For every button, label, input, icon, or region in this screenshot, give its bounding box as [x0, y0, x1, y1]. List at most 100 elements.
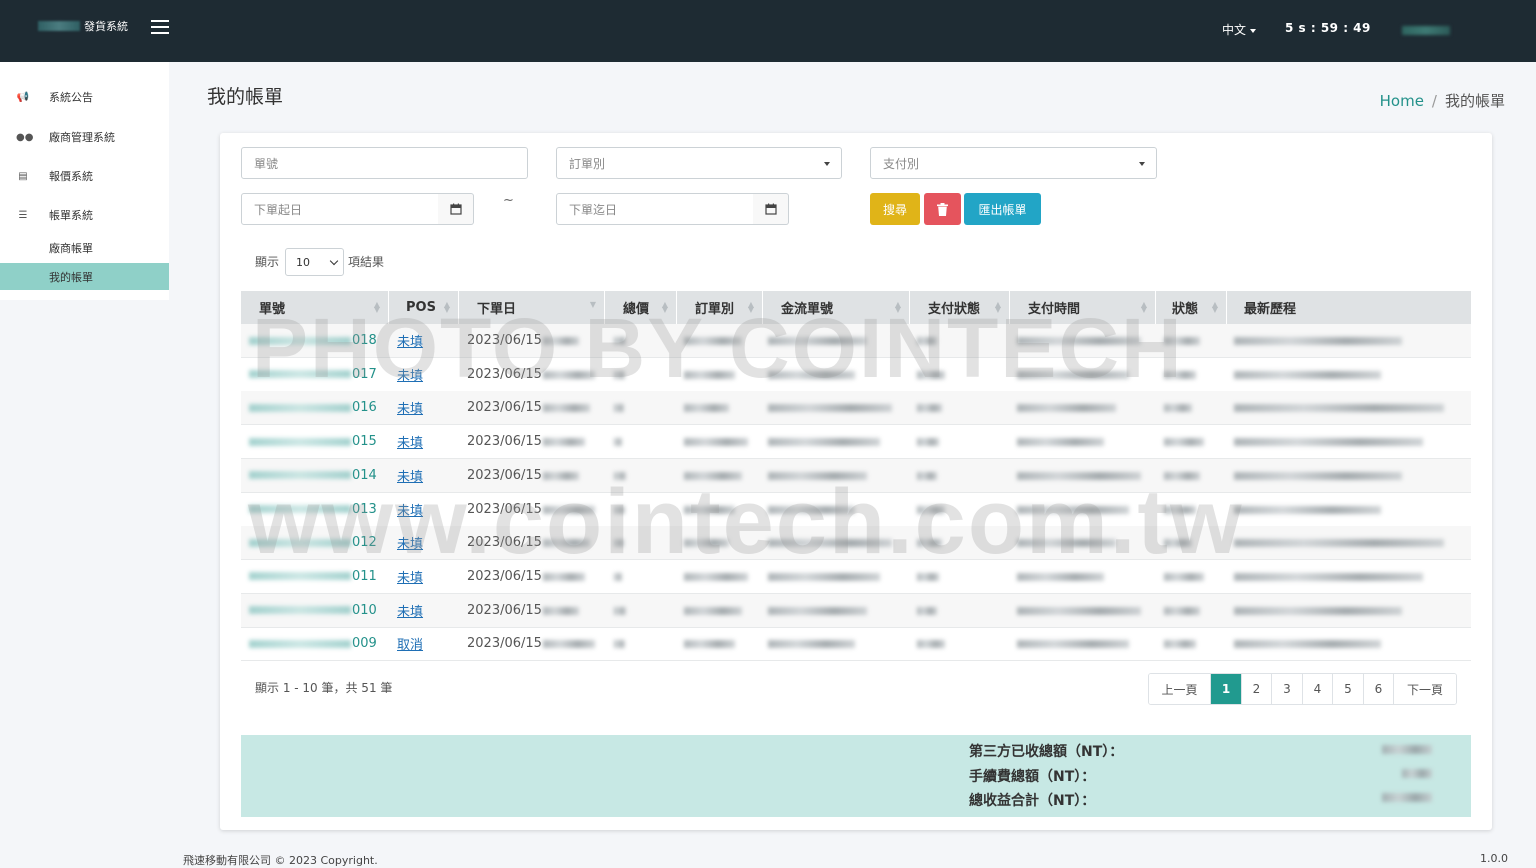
order-number-cell[interactable]: 018	[249, 324, 377, 357]
order-number-cell[interactable]: 009	[249, 627, 377, 660]
pagination-page-5[interactable]: 5	[1333, 674, 1364, 704]
column-header-pos[interactable]: POS ▲ ▼	[389, 291, 459, 324]
order-number-cell[interactable]: 017	[249, 358, 377, 391]
masked-cell-value	[543, 539, 590, 548]
masked-cell-value	[1017, 572, 1104, 581]
pos-link[interactable]: 未填	[397, 432, 423, 451]
sidebar-subitem-my-bills[interactable]: 我的帳單	[0, 263, 169, 290]
order-number-suffix: 016	[352, 400, 377, 416]
masked-cell-value	[1017, 539, 1117, 548]
column-header-order-no[interactable]: 單號 ▲ ▼	[241, 291, 389, 324]
sidebar-item-label: 廠商管理系統	[49, 131, 115, 144]
user-menu[interactable]	[1402, 26, 1450, 35]
column-header-status[interactable]: 狀態 ▲ ▼	[1156, 291, 1227, 324]
masked-cell-value	[917, 337, 937, 345]
masked-cell-value	[543, 505, 595, 514]
table-row[interactable]: 016 未填 2023/06/15	[241, 391, 1471, 426]
delete-button[interactable]	[924, 193, 961, 225]
sidebar-item-vendor-management[interactable]: ●● 廠商管理系統	[0, 123, 169, 151]
sidebar-subitem-vendor-bills[interactable]: 廠商帳單	[0, 234, 169, 261]
menu-toggle-icon[interactable]	[151, 20, 169, 36]
masked-cell-value	[768, 337, 868, 345]
masked-cell-value	[1164, 337, 1200, 345]
breadcrumb-home-link[interactable]: Home	[1380, 92, 1424, 110]
pos-link[interactable]: 未填	[397, 567, 423, 586]
table-row[interactable]: 011 未填 2023/06/15	[241, 560, 1471, 594]
order-number-cell[interactable]: 015	[249, 425, 377, 458]
table-row[interactable]: 014 未填 2023/06/15	[241, 458, 1471, 493]
table-row[interactable]: 013 未填 2023/06/15	[241, 493, 1471, 527]
column-header-order-type[interactable]: 訂單別 ▲ ▼	[677, 291, 763, 324]
masked-cell-value	[543, 404, 590, 413]
order-number-cell[interactable]: 010	[249, 594, 377, 627]
pos-link[interactable]: 未填	[397, 398, 423, 417]
masked-cell-value	[684, 337, 742, 345]
masked-cell-value	[1017, 337, 1141, 345]
masked-cell-value	[543, 337, 580, 345]
order-number-cell[interactable]: 011	[249, 560, 377, 593]
order-number-cell[interactable]: 014	[249, 459, 377, 492]
pos-link[interactable]: 未填	[397, 601, 423, 620]
pos-link[interactable]: 未填	[397, 466, 423, 485]
pagination-page-2[interactable]: 2	[1242, 674, 1272, 704]
pos-link[interactable]: 未填	[397, 331, 423, 350]
order-number-input[interactable]: 單號	[241, 147, 528, 179]
masked-cell-value	[614, 640, 625, 649]
pagination-page-1[interactable]: 1	[1211, 674, 1242, 704]
masked-cell-value	[614, 404, 624, 413]
masked-cell-value	[1234, 606, 1402, 615]
order-number-cell[interactable]: 016	[249, 391, 377, 424]
quote-icon: ▤	[18, 170, 28, 182]
column-header-total-price[interactable]: 總價 ▲ ▼	[605, 291, 677, 324]
masked-cell-value	[543, 370, 595, 379]
export-bills-button[interactable]: 匯出帳單	[964, 193, 1041, 225]
sidebar-item-billing[interactable]: ☰ 帳單系統	[0, 201, 169, 229]
table-row[interactable]: 010 未填 2023/06/15	[241, 593, 1471, 628]
sidebar-item-quotation[interactable]: ▤ 報價系統	[0, 162, 169, 190]
pagination-page-3[interactable]: 3	[1272, 674, 1303, 704]
pos-link[interactable]: 取消	[397, 634, 423, 653]
calendar-icon[interactable]	[438, 193, 474, 225]
pos-link[interactable]: 未填	[397, 500, 423, 519]
masked-cell-value	[543, 572, 585, 581]
brand[interactable]: 發貨系統	[38, 18, 128, 34]
sidebar-item-announcements[interactable]: 📢 系統公告	[0, 83, 169, 111]
page-length-select[interactable]: 10	[285, 248, 344, 276]
pagination-prev-button[interactable]: 上一頁	[1149, 674, 1211, 704]
column-header-cashflow-no[interactable]: 金流單號 ▲ ▼	[763, 291, 910, 324]
table-row[interactable]: 018 未填 2023/06/15	[241, 324, 1471, 358]
pos-link[interactable]: 未填	[397, 365, 423, 384]
pos-link[interactable]: 未填	[397, 533, 423, 552]
masked-cell-value	[1234, 337, 1402, 345]
column-header-order-date[interactable]: 下單日 ▼	[459, 291, 605, 324]
order-number-cell[interactable]: 012	[249, 526, 377, 559]
column-header-latest-history[interactable]: 最新歷程	[1227, 291, 1471, 324]
order-date-from-input[interactable]: 下單起日	[241, 193, 439, 225]
pagination-page-4[interactable]: 4	[1303, 674, 1333, 704]
table-row[interactable]: 015 未填 2023/06/15	[241, 425, 1471, 460]
table-row[interactable]: 009 取消 2023/06/15	[241, 627, 1471, 662]
pagination-page-6[interactable]: 6	[1364, 674, 1394, 704]
order-number-suffix: 014	[352, 467, 377, 483]
search-button[interactable]: 搜尋	[870, 193, 920, 225]
masked-cell-value	[768, 606, 868, 615]
table-row[interactable]: 017 未填 2023/06/15	[241, 358, 1471, 392]
order-date-cell: 2023/06/15	[467, 434, 542, 450]
order-date-to-input[interactable]: 下單迄日	[556, 193, 754, 225]
payment-type-select[interactable]: 支付別	[870, 147, 1157, 179]
masked-cell-value	[684, 505, 736, 514]
order-number-cell[interactable]: 013	[249, 493, 377, 526]
sort-icon: ▲ ▼	[661, 300, 668, 314]
trash-icon	[937, 202, 948, 216]
fee-total-value	[1402, 769, 1432, 778]
calendar-icon[interactable]	[753, 193, 789, 225]
masked-cell-value	[917, 471, 937, 480]
order-date-cell: 2023/06/15	[467, 467, 542, 483]
pagination-next-button[interactable]: 下一頁	[1394, 674, 1456, 704]
column-header-payment-time[interactable]: 支付時間 ▲ ▼	[1010, 291, 1156, 324]
language-dropdown[interactable]: 中文	[1222, 21, 1257, 38]
table-row[interactable]: 012 未填 2023/06/15	[241, 526, 1471, 561]
masked-cell-value	[1164, 606, 1200, 615]
order-type-select[interactable]: 訂單別	[556, 147, 842, 179]
column-header-payment-status[interactable]: 支付狀態 ▲ ▼	[910, 291, 1010, 324]
